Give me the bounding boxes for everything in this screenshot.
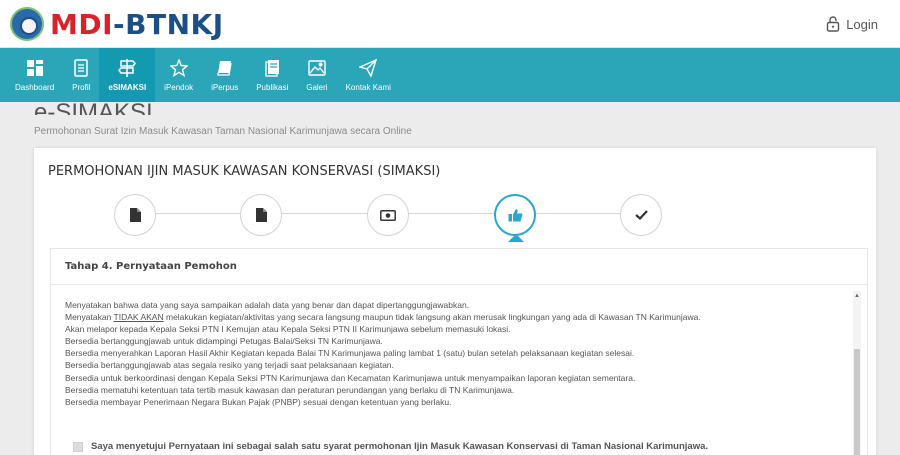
nav-item-publikasi[interactable]: Publikasi <box>247 48 297 102</box>
agreement-checkbox[interactable] <box>73 441 83 452</box>
nav-item-kontak-kami[interactable]: Kontak Kami <box>337 48 400 102</box>
nav-label: Publikasi <box>256 83 289 92</box>
profile-icon <box>74 58 88 78</box>
wizard-step-5[interactable] <box>620 194 662 236</box>
statement-item: Bersedia menyerahkan Laporan Hasil Akhir… <box>65 348 635 359</box>
wizard-step-3[interactable] <box>367 194 409 236</box>
scroll-thumb[interactable] <box>854 349 860 455</box>
file-icon <box>256 208 267 222</box>
section-title: Tahap 4. Pernyataan Pemohon <box>65 261 237 272</box>
logo-text-part-2: -BTNKJ <box>113 7 224 41</box>
page-subtitle: Permohonan Surat Izin Masuk Kawasan Tama… <box>34 126 412 137</box>
wizard-step-4[interactable] <box>494 194 536 236</box>
nav-item-galeri[interactable]: Galeri <box>297 48 336 102</box>
simaksi-form-card: PERMOHONAN IJIN MASUK KAWASAN KONSERVASI… <box>34 148 876 455</box>
money-icon <box>380 209 396 221</box>
lock-icon <box>826 16 840 32</box>
signpost-icon <box>118 58 137 78</box>
nav-label: Profil <box>72 83 91 92</box>
login-label: Login <box>846 16 878 32</box>
logo-text: MDI-BTNKJ <box>50 8 224 41</box>
grid-icon <box>26 58 44 78</box>
nav-label: eSIMAKSI <box>108 83 147 92</box>
agreement-label: Saya menyetujui Pernyataan ini sebagai s… <box>91 441 709 452</box>
send-icon <box>359 58 378 78</box>
top-header: MDI-BTNKJ Login <box>0 0 900 48</box>
wizard-step-2[interactable] <box>240 194 282 236</box>
statement-emphasis: TIDAK AKAN <box>113 312 164 323</box>
logo-emblem-icon <box>10 7 44 41</box>
statement-rest: melakukan kegiatan/aktivitas yang secara… <box>165 312 701 323</box>
nav-label: Dashboard <box>15 83 55 92</box>
statement-prefix: Menyatakan <box>65 312 112 323</box>
scroll-up-arrow-icon[interactable]: ▲ <box>853 291 861 301</box>
statement-item: Bersedia mematuhi ketentuan tata tertib … <box>65 384 515 395</box>
document-icon <box>265 58 280 78</box>
login-button[interactable]: Login <box>826 16 878 32</box>
checkmark-icon <box>634 210 648 220</box>
page-title: e-SIMAKSI <box>34 99 153 115</box>
statement-item: Bersedia bertanggungjawab untuk didampin… <box>65 336 383 347</box>
active-step-pointer <box>508 234 524 242</box>
statement-item: Akan melapor kepada Kepala Seksi PTN I K… <box>65 324 511 335</box>
statement-scrollbar[interactable]: ▲ <box>853 291 861 455</box>
statement-item: Bersedia untuk berkoordinasi dengan Kepa… <box>65 372 636 383</box>
image-icon <box>308 58 326 78</box>
file-icon <box>130 208 141 222</box>
wizard-step-1[interactable] <box>114 194 156 236</box>
nav-label: iPerpus <box>211 83 239 92</box>
book-icon <box>217 58 233 78</box>
statement-list: Menyatakan bahwa data yang saya sampaika… <box>65 299 845 408</box>
star-icon <box>169 58 188 78</box>
agreement-checkbox-row[interactable]: Saya menyetujui Pernyataan ini sebagai s… <box>73 441 708 452</box>
nav-item-iperpus[interactable]: iPerpus <box>202 48 247 102</box>
statement-item: Bersedia bertanggungjawab atas segala re… <box>65 360 394 371</box>
thumbs-up-icon <box>508 209 522 222</box>
nav-item-ipendok[interactable]: iPendok <box>155 48 202 102</box>
card-title: PERMOHONAN IJIN MASUK KAWASAN KONSERVASI… <box>48 164 441 179</box>
site-logo[interactable]: MDI-BTNKJ <box>10 6 224 42</box>
nav-label: Galeri <box>306 83 328 92</box>
statement-item: Menyatakan TIDAK AKAN melakukan kegiatan… <box>65 311 845 323</box>
statement-item: Bersedia membayar Penerimaan Negara Buka… <box>65 396 452 407</box>
statement-panel-header: Tahap 4. Pernyataan Pemohon <box>51 249 867 285</box>
logo-text-part-1: MDI <box>50 7 114 41</box>
statement-item: Menyatakan bahwa data yang saya sampaika… <box>65 300 470 310</box>
nav-label: Kontak Kami <box>345 83 391 92</box>
nav-label: iPendok <box>164 83 194 92</box>
statement-panel: Tahap 4. Pernyataan Pemohon Menyatakan b… <box>50 248 868 455</box>
